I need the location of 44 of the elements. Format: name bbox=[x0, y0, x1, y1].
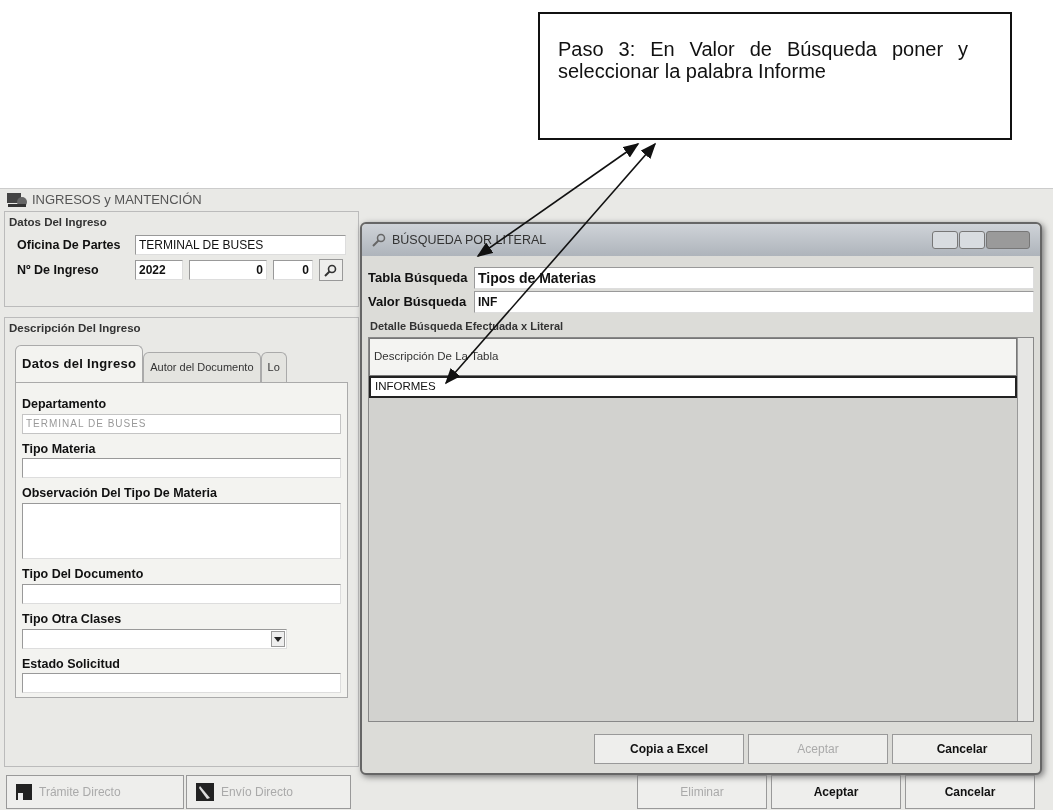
office-field[interactable]: TERMINAL DE BUSES bbox=[135, 235, 346, 256]
callout-text: Paso 3: En Valor de Búsqueda poner y seleccionar la palabra Informe bbox=[558, 38, 969, 82]
text-field[interactable] bbox=[22, 673, 341, 694]
tab[interactable]: Autor del Documento bbox=[143, 352, 261, 382]
group-title: Descripción Del Ingreso bbox=[8, 321, 142, 336]
magnifier-icon bbox=[372, 233, 386, 247]
action-button[interactable]: Cancelar bbox=[905, 775, 1035, 809]
field-label: Estado Solicitud bbox=[22, 655, 121, 673]
search-button[interactable] bbox=[319, 259, 343, 282]
minimize-button[interactable] bbox=[932, 231, 958, 249]
tab[interactable]: Datos del Ingreso bbox=[15, 345, 144, 382]
field-label: Tipo Del Documento bbox=[22, 566, 145, 583]
number-field[interactable]: 0 bbox=[189, 260, 267, 281]
scrollbar[interactable] bbox=[1017, 337, 1033, 721]
close-button[interactable] bbox=[986, 231, 1030, 249]
table-field[interactable]: Tipos de Materias bbox=[474, 267, 1034, 289]
window-title: INGRESOS y MANTENCIÓN bbox=[32, 191, 202, 210]
app-icon bbox=[6, 191, 28, 209]
column-header[interactable]: Descripción De La Tabla bbox=[369, 337, 1017, 376]
field-label: Tipo Otra Clases bbox=[22, 610, 123, 628]
pen-icon bbox=[195, 782, 215, 802]
field-label: Valor Búsqueda bbox=[368, 293, 468, 312]
field-label: Oficina De Partes bbox=[17, 236, 122, 254]
grid-row[interactable]: INFORMES bbox=[369, 375, 1017, 398]
number-field[interactable]: 2022 bbox=[135, 260, 183, 281]
door-icon bbox=[15, 783, 33, 801]
number-field[interactable]: 0 bbox=[273, 260, 313, 281]
text-field[interactable] bbox=[22, 458, 341, 479]
maximize-button[interactable] bbox=[959, 231, 985, 249]
field-label: Tabla Búsqueda bbox=[368, 269, 469, 288]
text-area[interactable] bbox=[22, 503, 341, 559]
text-field[interactable] bbox=[22, 583, 341, 604]
field-label: Nº De Ingreso bbox=[17, 261, 100, 279]
dropdown-field[interactable] bbox=[22, 628, 287, 649]
action-button[interactable]: Aceptar bbox=[771, 775, 901, 809]
field-label: Observación Del Tipo De Materia bbox=[22, 485, 218, 503]
magnifier-icon bbox=[324, 263, 338, 278]
tab[interactable]: Lo bbox=[260, 352, 287, 382]
dialog-button[interactable]: Copia a Excel bbox=[594, 733, 744, 764]
field-label: Tipo Materia bbox=[22, 440, 97, 458]
search-value-field[interactable]: INF bbox=[474, 291, 1034, 313]
dialog-button[interactable]: Cancelar bbox=[892, 733, 1032, 764]
field-label: Departamento bbox=[22, 395, 108, 413]
group-title: Datos Del Ingreso bbox=[8, 215, 108, 230]
